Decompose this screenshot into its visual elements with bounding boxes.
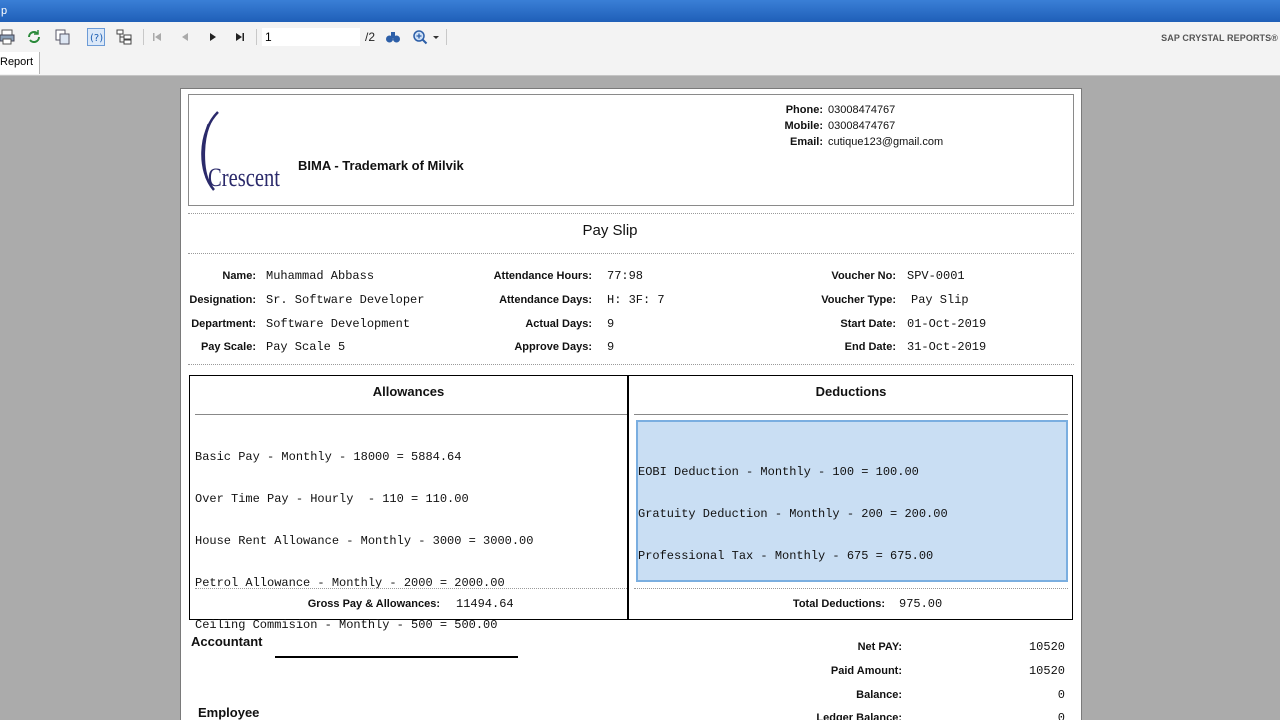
toolbar-separator xyxy=(143,29,144,45)
name-label: Name: xyxy=(222,270,256,282)
list-item: Ceiling Commision - Monthly - 500 = 500.… xyxy=(195,618,498,632)
net-pay-value: 10520 xyxy=(1028,640,1065,654)
company-header xyxy=(188,94,1074,206)
paid-amount-value: 10520 xyxy=(1028,664,1065,678)
tab-report[interactable]: Report xyxy=(0,52,41,74)
svg-text:(?): (?) xyxy=(90,33,103,44)
ledger-balance-label: Ledger Balance: xyxy=(816,712,902,720)
copy-icon[interactable] xyxy=(54,28,72,46)
help-icon[interactable]: (?) xyxy=(87,28,105,46)
voucher-no-label: Voucher No: xyxy=(831,270,896,282)
page-total: /2 xyxy=(365,30,376,44)
phone-label: Phone: xyxy=(785,104,823,116)
voucher-type-value: Pay Slip xyxy=(911,293,969,307)
first-page-icon[interactable] xyxy=(148,28,166,46)
end-date-label: End Date: xyxy=(844,341,896,353)
next-page-icon[interactable] xyxy=(204,28,222,46)
attendance-days-value: H: 3F: 7 xyxy=(607,293,665,307)
gross-pay-value: 11494.64 xyxy=(456,597,514,611)
email-value: cutique123@gmail.com xyxy=(828,136,944,148)
list-item: Basic Pay - Monthly - 18000 = 5884.64 xyxy=(195,450,462,464)
toolbar-separator xyxy=(256,29,257,45)
report-tabbar: Report xyxy=(0,52,1280,76)
ledger-balance-value: 0 xyxy=(1057,711,1065,720)
designation-value: Sr. Software Developer xyxy=(266,293,425,307)
zoom-icon[interactable] xyxy=(412,28,442,46)
allowances-header: Allowances xyxy=(372,384,445,399)
gross-pay-label: Gross Pay & Allowances: xyxy=(307,598,440,610)
start-date-label: Start Date: xyxy=(840,318,896,330)
divider xyxy=(188,253,1074,254)
last-page-icon[interactable] xyxy=(231,28,249,46)
start-date-value: 01-Oct-2019 xyxy=(907,317,987,331)
divider xyxy=(188,364,1074,365)
attendance-hours-value: 77:98 xyxy=(607,269,644,283)
employee-label: Employee xyxy=(198,705,260,720)
email-label: Email: xyxy=(789,136,823,148)
approve-days-label: Approve Days: xyxy=(514,341,592,353)
approve-days-value: 9 xyxy=(607,340,615,354)
company-name: BIMA - Trademark of Milvik xyxy=(298,158,464,173)
designation-label: Designation: xyxy=(189,294,256,306)
allowances-header-rule xyxy=(195,414,627,415)
attendance-hours-label: Attendance Hours: xyxy=(493,270,592,282)
balance-value: 0 xyxy=(1057,688,1065,702)
mobile-value: 03008474767 xyxy=(828,120,896,132)
toolbar-separator xyxy=(446,29,447,45)
allowances-total-rule xyxy=(195,588,627,589)
list-item: EOBI Deduction - Monthly - 100 = 100.00 xyxy=(638,465,919,479)
end-date-value: 31-Oct-2019 xyxy=(907,340,987,354)
tab-report-label: Report xyxy=(0,56,34,68)
pay-scale-value: Pay Scale 5 xyxy=(266,340,346,354)
total-deductions-label: Total Deductions: xyxy=(792,598,885,610)
deductions-list: EOBI Deduction - Monthly - 100 = 100.00 … xyxy=(638,437,948,577)
pay-scale-label: Pay Scale: xyxy=(200,341,256,353)
window-title: p xyxy=(1,5,8,17)
company-logo: Crescent xyxy=(196,102,290,194)
list-item: Gratuity Deduction - Monthly - 200 = 200… xyxy=(638,507,948,521)
deductions-header-rule xyxy=(634,414,1068,415)
mobile-label: Mobile: xyxy=(784,120,824,132)
payslip-title: Pay Slip xyxy=(582,222,638,239)
deductions-total-rule xyxy=(634,588,1068,589)
accountant-label: Accountant xyxy=(191,634,263,649)
print-icon[interactable] xyxy=(0,28,16,46)
attendance-days-label: Attendance Days: xyxy=(499,294,592,306)
name-value: Muhammad Abbass xyxy=(266,269,375,283)
previous-page-icon[interactable] xyxy=(176,28,194,46)
window-titlebar: p xyxy=(0,0,1280,22)
deductions-header: Deductions xyxy=(815,384,887,399)
phone-value: 03008474767 xyxy=(828,104,896,116)
group-tree-icon[interactable] xyxy=(115,28,133,46)
net-pay-label: Net PAY: xyxy=(857,641,902,653)
refresh-icon[interactable] xyxy=(25,28,43,46)
actual-days-label: Actual Days: xyxy=(525,318,592,330)
accountant-signature-line xyxy=(275,656,518,658)
divider xyxy=(188,213,1074,214)
paid-amount-label: Paid Amount: xyxy=(830,665,902,677)
department-label: Department: xyxy=(191,318,256,330)
list-item: House Rent Allowance - Monthly - 3000 = … xyxy=(195,534,534,548)
department-value: Software Development xyxy=(266,317,411,331)
voucher-no-value: SPV-0001 xyxy=(907,269,965,283)
actual-days-value: 9 xyxy=(607,317,615,331)
crystal-reports-brand: SAP CRYSTAL REPORTS® xyxy=(1161,33,1278,43)
balance-label: Balance: xyxy=(856,689,902,701)
page-number-input[interactable] xyxy=(262,28,360,46)
list-item: Over Time Pay - Hourly - 110 = 110.00 xyxy=(195,492,469,506)
total-deductions-value: 975.00 xyxy=(899,597,943,611)
table-column-divider xyxy=(627,375,629,620)
find-icon[interactable] xyxy=(384,28,402,46)
voucher-type-label: Voucher Type: xyxy=(821,294,896,306)
svg-text:Crescent: Crescent xyxy=(208,163,281,192)
list-item: Professional Tax - Monthly - 675 = 675.0… xyxy=(638,549,934,563)
allowances-list: Basic Pay - Monthly - 18000 = 5884.64 Ov… xyxy=(195,422,533,646)
